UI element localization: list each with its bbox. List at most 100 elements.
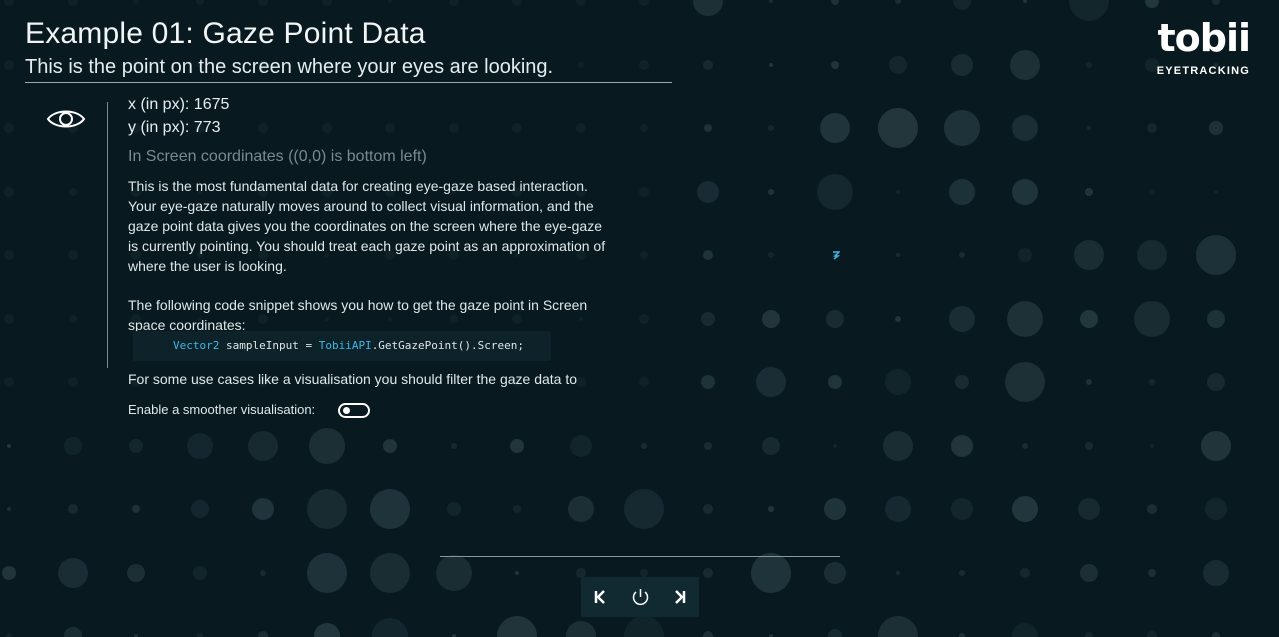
background-dot — [954, 375, 969, 389]
background-dot — [57, 557, 88, 588]
background-dot — [878, 616, 918, 637]
background-dot — [1213, 189, 1218, 194]
smoothing-toggle[interactable] — [338, 403, 370, 418]
background-dot — [1150, 443, 1154, 448]
filter-hint-text: For some use cases like a visualisation … — [128, 371, 578, 387]
gaze-x-value: x (in px): 1675 — [128, 96, 230, 113]
background-dot — [703, 124, 712, 132]
smoothing-label: Enable a smoother visualisation: — [128, 402, 316, 417]
logo-tagline: EYETRACKING — [1156, 65, 1250, 77]
page-subtitle: This is the point on the screen where yo… — [25, 56, 554, 78]
background-dot — [958, 633, 965, 637]
background-dot — [1012, 115, 1038, 141]
background-dot — [827, 375, 842, 389]
skip-previous-icon — [594, 590, 605, 604]
background-dot — [510, 438, 524, 453]
background-dot — [883, 430, 913, 461]
background-dot — [1077, 498, 1100, 520]
background-dot — [889, 55, 907, 74]
background-dot — [1073, 240, 1104, 270]
background-dot — [943, 110, 980, 146]
background-dot — [1023, 0, 1027, 3]
background-dot — [624, 489, 664, 529]
background-dot — [1206, 373, 1225, 391]
background-dot — [640, 124, 648, 132]
background-dot — [702, 250, 713, 260]
background-dot — [372, 618, 408, 637]
background-dot — [703, 441, 712, 450]
background-dot — [1211, 632, 1220, 637]
eye-icon — [45, 104, 87, 134]
background-dot — [639, 377, 649, 387]
power-button[interactable] — [621, 577, 660, 617]
background-dot — [702, 631, 713, 637]
background-dot — [1012, 178, 1038, 205]
background-dot — [450, 442, 457, 449]
background-dot — [1147, 631, 1157, 637]
background-dot — [370, 489, 410, 529]
background-dot — [4, 377, 14, 387]
skip-next-icon — [675, 590, 686, 604]
background-dot — [700, 311, 715, 326]
background-dot — [1084, 632, 1093, 637]
background-dot — [762, 436, 780, 455]
previous-button[interactable] — [581, 577, 620, 617]
background-dot — [762, 309, 780, 328]
background-dot — [816, 173, 853, 210]
background-dot — [248, 430, 278, 461]
background-dot — [823, 561, 846, 584]
background-dot — [388, 0, 392, 3]
background-dot — [569, 434, 592, 457]
background-dot — [751, 552, 791, 593]
background-dot — [67, 504, 78, 514]
background-dot — [1149, 379, 1155, 385]
background-dot — [196, 633, 203, 637]
background-dot — [830, 0, 839, 5]
background-dot — [68, 187, 77, 196]
background-dot — [1211, 0, 1220, 5]
background-dot — [1134, 300, 1170, 337]
background-dot — [1149, 188, 1155, 195]
background-dot — [702, 567, 713, 578]
background-dot — [1018, 248, 1032, 262]
background-dot — [1195, 235, 1236, 275]
background-dot — [306, 489, 347, 529]
background-dot — [129, 438, 143, 453]
page-title: Example 01: Gaze Point Data — [25, 17, 426, 50]
background-dot — [1007, 300, 1043, 337]
background-dot — [4, 313, 14, 324]
background-dot — [63, 627, 82, 637]
background-dot — [306, 552, 347, 593]
background-dot — [252, 498, 274, 520]
background-dot — [1200, 430, 1231, 461]
tobii-logo: tobii EYETRACKING — [1150, 18, 1251, 78]
background-dot — [950, 434, 973, 457]
background-dot — [68, 314, 77, 323]
background-dot — [497, 616, 537, 637]
background-dot — [1022, 442, 1028, 449]
background-dot — [448, 0, 459, 6]
background-dot — [565, 621, 596, 637]
background-dot — [512, 0, 522, 6]
next-button[interactable] — [660, 577, 699, 617]
background-dot — [896, 570, 900, 575]
background-dot — [1147, 504, 1157, 514]
background-dot — [577, 61, 584, 68]
background-dot — [640, 251, 648, 259]
background-dot — [639, 313, 649, 324]
gaze-point-marker — [832, 247, 841, 260]
background-dot — [4, 250, 14, 260]
background-dot — [260, 569, 266, 576]
background-dot — [1005, 362, 1045, 402]
background-dot — [950, 498, 973, 520]
background-dot — [1068, 0, 1109, 21]
background-dot — [769, 0, 773, 3]
background-dot — [313, 623, 340, 637]
background-dot — [768, 506, 774, 512]
background-dot — [885, 496, 911, 522]
background-dot — [1085, 61, 1092, 68]
background-dot — [2, 565, 16, 580]
background-dot — [190, 500, 209, 518]
background-dot — [1145, 0, 1159, 8]
background-dot — [769, 62, 773, 67]
